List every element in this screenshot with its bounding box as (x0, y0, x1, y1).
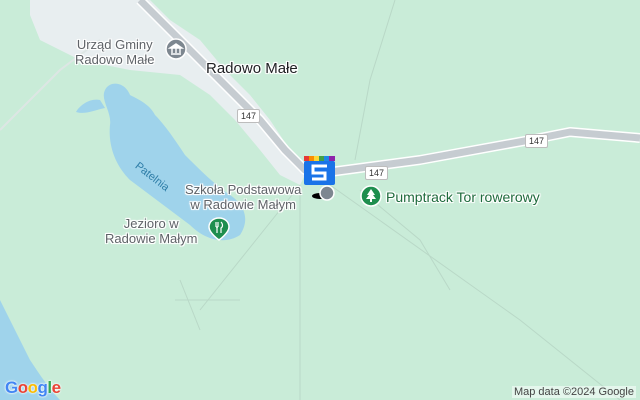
google-logo[interactable]: Google (5, 378, 61, 398)
restaurant-icon[interactable] (207, 216, 231, 242)
town-label: Radowo Małe (206, 60, 298, 77)
lake-inlet (76, 99, 105, 113)
poi-school-line2: w Radowie Małym (190, 197, 296, 212)
town-hall-icon[interactable] (165, 38, 187, 62)
park-tree-icon[interactable] (359, 184, 383, 208)
route-shield: 147 (525, 134, 549, 148)
poi-town-hall-line2: Radowo Małe (75, 52, 155, 67)
map-attribution[interactable]: Map data ©2024 Google (511, 386, 636, 398)
route-shield: 147 (365, 166, 389, 180)
route-shield: 147 (237, 109, 261, 123)
poi-lake-line2: Radowie Małym (105, 231, 198, 246)
poi-lake-line1: Jezioro w (123, 216, 179, 231)
map-canvas[interactable]: Radowo Małe Urząd Gminy Radowo Małe Szko… (0, 0, 640, 400)
poi-lake-label[interactable]: Jezioro w Radowie Małym (105, 216, 197, 246)
location-marker-icon[interactable] (303, 155, 337, 203)
poi-school-label[interactable]: Szkoła Podstawowa w Radowie Małym (185, 182, 301, 212)
poi-pumptrack-label[interactable]: Pumptrack Tor rowerowy (386, 189, 540, 205)
poi-school-line1: Szkoła Podstawowa (185, 182, 302, 197)
poi-town-hall-line1: Urząd Gminy (76, 37, 153, 52)
poi-town-hall-label[interactable]: Urząd Gminy Radowo Małe (75, 37, 155, 67)
